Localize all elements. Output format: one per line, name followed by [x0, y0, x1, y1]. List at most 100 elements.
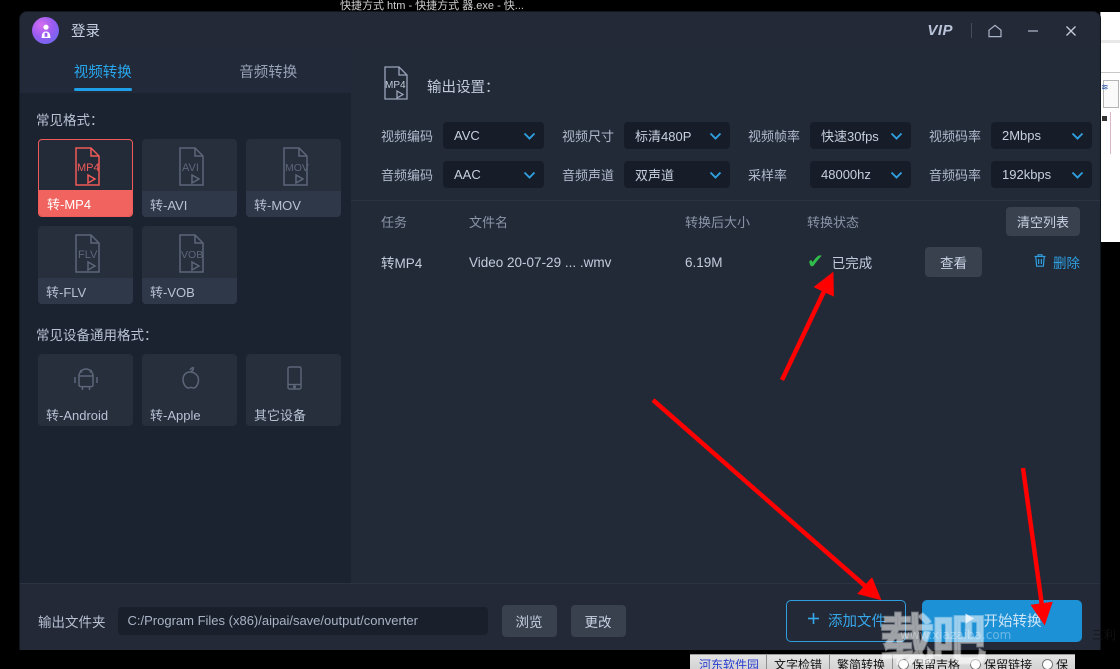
- field-sample-rate-label: 采样率: [748, 165, 810, 184]
- row-task: 转MP4: [381, 252, 469, 272]
- select-video-size[interactable]: 标清480P: [624, 122, 730, 149]
- select-sample-rate[interactable]: 48000hz: [810, 161, 911, 188]
- desktop-top-strip: 快捷方式 htm - 快捷方式 器.exe - 快...: [0, 0, 1120, 12]
- field-video-size: 视频尺寸 标清480P: [562, 122, 730, 149]
- format-card-mp4[interactable]: MP4 转-MP4: [38, 139, 133, 217]
- login-label[interactable]: 登录: [71, 20, 100, 41]
- select-audio-codec[interactable]: AAC: [443, 161, 544, 188]
- select-audio-channel[interactable]: 双声道: [624, 161, 730, 188]
- table-row[interactable]: 转MP4 Video 20-07-29 ... .wmv 6.19M ✔ 已完成…: [381, 241, 1080, 283]
- settings-row-1: 视频编码 AVC 视频尺寸 标清480P: [381, 122, 1100, 149]
- device-card-other[interactable]: 其它设备: [246, 354, 341, 426]
- avi-file-icon: AVI: [170, 139, 210, 191]
- svg-text:VOB: VOB: [181, 249, 203, 261]
- field-video-size-label: 视频尺寸: [562, 126, 624, 145]
- output-settings-header: MP4 输出设置：: [351, 49, 1100, 108]
- home-icon[interactable]: [976, 12, 1014, 49]
- select-video-codec[interactable]: AVC: [443, 122, 544, 149]
- app-body: 视频转换 音频转换 常见格式： MP4: [20, 49, 1100, 657]
- sidebar-tabs: 视频转换 音频转换: [20, 49, 351, 93]
- format-card-flv[interactable]: FLV 转-FLV: [38, 226, 133, 304]
- format-card-vob[interactable]: VOB 转-VOB: [142, 226, 237, 304]
- output-folder-label: 输出文件夹: [38, 611, 106, 631]
- add-file-button[interactable]: 添加文件: [786, 600, 906, 642]
- taskbar-inner: 河东软件园 文字检错 繁简转换 保留吉格 保留链接 保: [690, 654, 1075, 669]
- select-sample-rate-value: 48000hz: [821, 167, 871, 182]
- field-video-codec-label: 视频编码: [381, 126, 443, 145]
- select-audio-bitrate-value: 192kbps: [1002, 167, 1051, 182]
- device-card-apple-label: 转-Apple: [142, 402, 237, 426]
- task-table: 任务 文件名 转换后大小 转换状态 清空列表 转MP4 Video 20-07-…: [351, 201, 1100, 283]
- settings-rows: 视频编码 AVC 视频尺寸 标清480P: [351, 108, 1100, 188]
- format-card-avi-label: 转-AVI: [142, 191, 237, 217]
- device-card-android[interactable]: 转-Android: [38, 354, 133, 426]
- taskbar-radio-1-label: 保留吉格: [912, 656, 960, 669]
- row-filename: Video 20-07-29 ... .wmv: [469, 255, 685, 270]
- title-bar: 登录 VIP: [20, 12, 1100, 49]
- mp4-icon-text: MP4: [385, 80, 406, 91]
- app-logo-icon: [32, 17, 59, 44]
- bottom-bar: 输出文件夹 C:/Program Files (x86)/aipai/save/…: [20, 583, 1100, 657]
- trash-icon: [1033, 253, 1047, 271]
- main-panel: MP4 输出设置： 视频编码 AVC: [351, 49, 1100, 620]
- select-video-bitrate[interactable]: 2Mbps: [991, 122, 1092, 149]
- settings-row-2: 音频编码 AAC 音频声道 双声道: [381, 161, 1100, 188]
- taskbar-radio-2-label: 保留链接: [984, 656, 1032, 669]
- vob-file-icon: VOB: [170, 226, 210, 278]
- tab-video-convert[interactable]: 视频转换: [20, 49, 186, 93]
- format-card-avi[interactable]: AVI 转-AVI: [142, 139, 237, 217]
- format-card-mov-label: 转-MOV: [246, 191, 341, 217]
- start-convert-label: 开始转换: [984, 610, 1042, 631]
- sidebar: 视频转换 音频转换 常见格式： MP4: [20, 49, 351, 620]
- chevron-down-icon: [709, 128, 722, 143]
- tab-audio-convert[interactable]: 音频转换: [186, 49, 352, 93]
- desktop-top-strip-text: 快捷方式 htm - 快捷方式 器.exe - 快...: [340, 0, 524, 12]
- common-formats-title: 常见格式：: [20, 93, 351, 139]
- col-size: 转换后大小: [685, 212, 807, 231]
- device-card-other-label: 其它设备: [246, 402, 341, 426]
- taskbar-radio-2[interactable]: 保留链接: [965, 655, 1037, 669]
- select-video-framerate[interactable]: 快速30fps: [810, 122, 911, 149]
- select-audio-codec-value: AAC: [454, 167, 481, 182]
- output-path-input[interactable]: C:/Program Files (x86)/aipai/save/output…: [118, 607, 488, 635]
- device-formats-title: 常见设备通用格式：: [20, 304, 351, 354]
- col-task: 任务: [381, 212, 469, 231]
- field-audio-channel: 音频声道 双声道: [562, 161, 730, 188]
- vip-badge[interactable]: VIP: [913, 22, 967, 39]
- svg-text:AVI: AVI: [182, 162, 199, 174]
- field-audio-codec-label: 音频编码: [381, 165, 443, 184]
- add-file-label: 添加文件: [828, 610, 886, 631]
- chevron-down-icon: [890, 167, 903, 182]
- format-card-mov[interactable]: MOV 转-MOV: [246, 139, 341, 217]
- delete-label: 删除: [1053, 252, 1080, 272]
- tablet-icon: [277, 354, 311, 402]
- minimize-icon[interactable]: [1014, 12, 1052, 49]
- select-video-framerate-value: 快速30fps: [821, 126, 879, 145]
- view-button[interactable]: 查看: [925, 247, 982, 277]
- browse-button[interactable]: 浏览: [502, 605, 557, 637]
- chevron-down-icon: [523, 167, 536, 182]
- change-button[interactable]: 更改: [571, 605, 626, 637]
- taskbar-item-spellcheck[interactable]: 文字检错: [767, 655, 830, 669]
- field-sample-rate: 采样率 48000hz: [748, 161, 911, 188]
- taskbar-item-convert[interactable]: 繁简转换: [830, 655, 893, 669]
- field-video-framerate: 视频帧率 快速30fps: [748, 122, 911, 149]
- taskbar-radio-3[interactable]: 保: [1037, 655, 1073, 669]
- check-icon: ✔: [807, 252, 824, 272]
- flv-file-icon: FLV: [66, 226, 106, 278]
- start-convert-button[interactable]: 开始转换: [922, 600, 1082, 642]
- close-icon[interactable]: [1052, 12, 1090, 49]
- taskbar-radio-1[interactable]: 保留吉格: [893, 655, 965, 669]
- mp4-file-icon: MP4: [66, 140, 106, 190]
- chevron-down-icon: [1071, 128, 1084, 143]
- field-audio-channel-label: 音频声道: [562, 165, 624, 184]
- device-card-apple[interactable]: 转-Apple: [142, 354, 237, 426]
- taskbar-item-site[interactable]: 河东软件园: [692, 655, 767, 669]
- select-audio-bitrate[interactable]: 192kbps: [991, 161, 1092, 188]
- select-video-codec-value: AVC: [454, 128, 480, 143]
- chevron-down-icon: [890, 128, 903, 143]
- col-status: 转换状态: [807, 212, 1006, 231]
- clear-list-button[interactable]: 清空列表: [1006, 207, 1080, 236]
- delete-action[interactable]: 删除: [1033, 252, 1080, 272]
- field-audio-bitrate: 音频码率 192kbps: [929, 161, 1092, 188]
